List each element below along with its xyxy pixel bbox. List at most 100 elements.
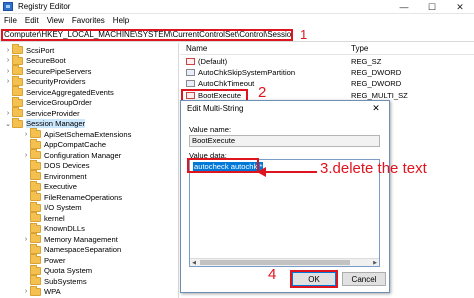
tree-item-label: SecurityProviders <box>26 77 86 86</box>
folder-icon <box>30 233 41 243</box>
edit-multi-string-dialog: Edit Multi-String ✕ Value name: BootExec… <box>180 100 390 293</box>
folder-icon <box>30 212 41 222</box>
registry-editor-icon <box>3 2 13 11</box>
scroll-left-icon[interactable]: ◀ <box>190 259 198 266</box>
column-name-header[interactable]: Name <box>186 44 207 53</box>
tree-item[interactable]: › ApiSetSchemaExtensions <box>22 128 132 139</box>
tree-item[interactable]: Quota System <box>22 264 93 276</box>
tree-item[interactable]: › SecureBoot <box>4 54 66 66</box>
folder-icon <box>30 254 41 264</box>
tree-item[interactable]: KnownDLLs <box>22 222 85 234</box>
minimize-button[interactable]: — <box>390 0 418 14</box>
folder-icon <box>12 117 23 128</box>
tree-item[interactable]: ServiceAggregatedEvents <box>4 86 114 97</box>
tree-item-label: WPA <box>44 287 61 296</box>
tree-item-label: ApiSetSchemaExtensions <box>44 129 132 139</box>
folder-icon <box>30 264 41 275</box>
tree-item-label: SubSystems <box>44 276 87 286</box>
folder-icon <box>12 107 23 117</box>
tree-item[interactable]: › Configuration Manager <box>22 149 122 160</box>
column-type-header[interactable]: Type <box>351 44 368 53</box>
folder-icon <box>30 149 41 159</box>
chevron-icon[interactable]: ⌄ <box>4 120 12 128</box>
value-row[interactable]: (Default) REG_SZ <box>180 56 474 67</box>
chevron-icon[interactable]: › <box>4 47 12 54</box>
tree-item-label: Quota System <box>44 266 93 275</box>
tree-item-label: Memory Management <box>44 234 118 244</box>
scrollbar-thumb[interactable] <box>200 260 350 265</box>
folder-icon <box>12 65 23 75</box>
chevron-icon[interactable]: › <box>4 110 12 117</box>
chevron-icon[interactable]: › <box>22 288 30 295</box>
value-row[interactable]: AutoChkTimeout REG_DWORD <box>180 78 474 89</box>
tree-item[interactable]: › ScsiPort <box>4 44 55 55</box>
ok-button-highlight <box>290 270 338 288</box>
folder-icon <box>30 180 41 191</box>
tree-item-label: NamespaceSeparation <box>44 245 122 254</box>
close-button[interactable]: ✕ <box>446 0 474 14</box>
title-bar: Registry Editor — ☐ ✕ <box>0 0 474 14</box>
chevron-icon[interactable]: › <box>4 68 12 75</box>
chevron-icon[interactable]: › <box>22 152 30 159</box>
horizontal-scrollbar[interactable]: ◀ ▶ <box>190 258 379 266</box>
dialog-title: Edit Multi-String <box>187 104 244 113</box>
chevron-icon[interactable]: › <box>22 131 30 138</box>
tree-item[interactable]: › Memory Management <box>22 233 118 244</box>
tree-item[interactable]: AppCompatCache <box>22 138 107 150</box>
value-type: REG_DWORD <box>351 68 402 77</box>
dialog-close-button[interactable]: ✕ <box>363 101 389 116</box>
maximize-button[interactable]: ☐ <box>418 0 446 14</box>
tree-item[interactable]: Power <box>22 254 66 265</box>
tree-item-label: AppCompatCache <box>44 140 107 149</box>
binary-value-icon <box>186 80 195 87</box>
chevron-icon[interactable]: › <box>22 236 30 243</box>
tree-item-label: kernel <box>44 213 65 223</box>
address-bar: Computer\HKEY_LOCAL_MACHINE\SYSTEM\Curre… <box>0 28 474 42</box>
folder-icon <box>30 128 41 138</box>
folder-icon <box>12 44 23 54</box>
menu-file[interactable]: File <box>4 16 17 25</box>
tree-item[interactable]: ServiceGroupOrder <box>4 96 92 108</box>
tree-item[interactable]: › ServiceProvider <box>4 107 80 118</box>
tree-item[interactable]: Executive <box>22 180 77 192</box>
tree-item-label: Configuration Manager <box>44 150 122 160</box>
menu-help[interactable]: Help <box>113 16 129 25</box>
tree-item[interactable]: I/O System <box>22 201 82 213</box>
tree-item[interactable]: Environment <box>22 170 87 181</box>
value-row[interactable]: AutoChkSkipSystemPartition REG_DWORD <box>180 67 474 78</box>
value-name: AutoChkSkipSystemPartition <box>198 68 296 77</box>
chevron-icon[interactable]: › <box>4 78 12 85</box>
tree-item[interactable]: › SecurityProviders <box>4 75 86 87</box>
tree-item[interactable]: kernel <box>22 212 65 223</box>
tree-item[interactable]: › WPA <box>22 285 61 297</box>
cancel-button[interactable]: Cancel <box>342 272 386 286</box>
folder-icon <box>12 96 23 107</box>
tree-item-label: DOS Devices <box>44 161 90 170</box>
tree-item-label: Power <box>44 255 66 265</box>
step-1-marker: 1 <box>300 27 308 42</box>
folder-icon <box>30 285 41 296</box>
folder-icon <box>12 86 23 96</box>
tree-item[interactable]: DOS Devices <box>22 159 90 171</box>
tree-item[interactable]: SubSystems <box>22 275 87 286</box>
registry-tree: › ScsiPort › SecureBoot › SecurePipeServers › S… <box>0 43 179 298</box>
value-name-field[interactable]: BootExecute <box>189 135 380 147</box>
values-list-header: Name Type <box>180 43 474 55</box>
menu-edit[interactable]: Edit <box>25 16 39 25</box>
chevron-icon[interactable]: › <box>4 57 12 64</box>
tree-item[interactable]: FileRenameOperations <box>22 191 122 202</box>
tree-item-label: ScsiPort <box>26 45 55 55</box>
binary-value-icon <box>186 69 195 76</box>
menu-favorites[interactable]: Favorites <box>72 16 105 25</box>
tree-item[interactable]: ⌄ Session Manager <box>4 117 86 129</box>
scroll-right-icon[interactable]: ▶ <box>371 259 379 266</box>
folder-icon <box>12 75 23 86</box>
menu-view[interactable]: View <box>47 16 64 25</box>
window-controls: — ☐ ✕ <box>390 0 474 14</box>
tree-item[interactable]: NamespaceSeparation <box>22 243 122 255</box>
folder-icon <box>30 191 41 201</box>
address-field[interactable]: Computer\HKEY_LOCAL_MACHINE\SYSTEM\Curre… <box>1 29 293 41</box>
folder-icon <box>30 275 41 285</box>
tree-item[interactable]: › SecurePipeServers <box>4 65 91 76</box>
tree-item-label: I/O System <box>44 203 82 212</box>
